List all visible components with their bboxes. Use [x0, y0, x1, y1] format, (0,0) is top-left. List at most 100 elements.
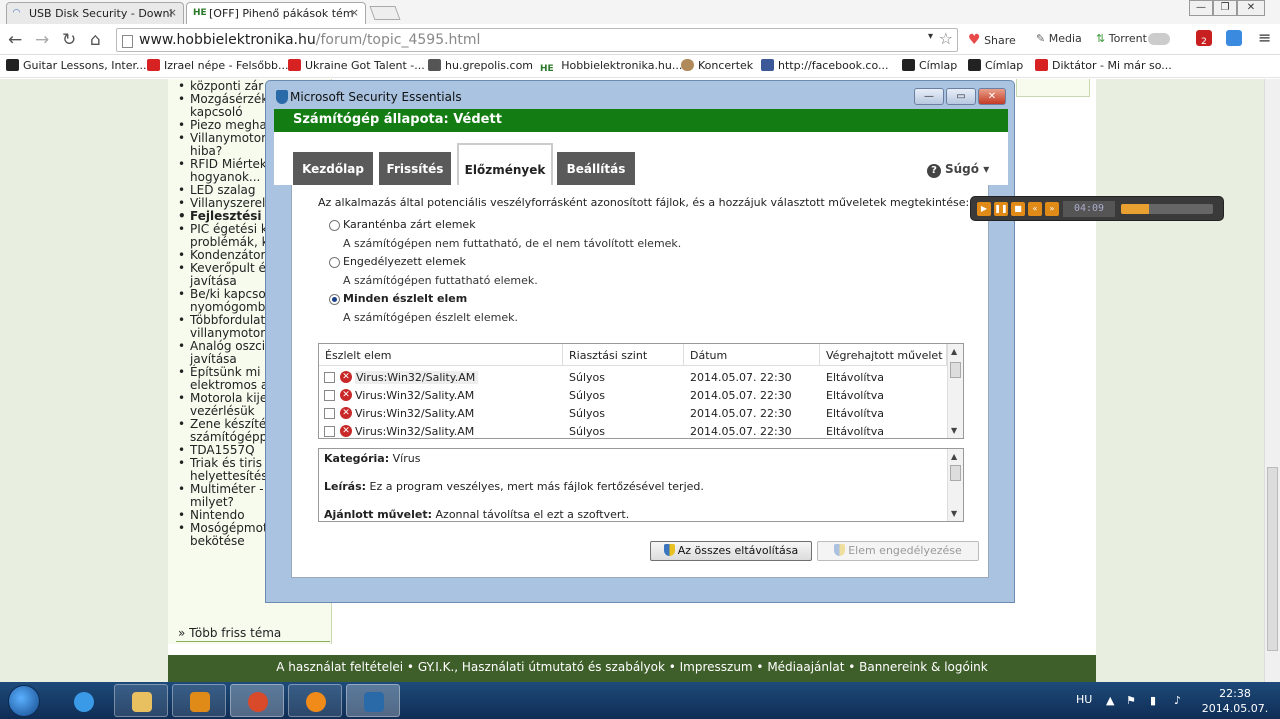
menu-icon[interactable]: ≡ [1258, 28, 1271, 47]
toggle-extension-icon[interactable] [1148, 33, 1170, 45]
row-checkbox[interactable] [324, 372, 335, 383]
option-all-detected-label[interactable]: Minden észlelt elem [343, 292, 467, 305]
table-scrollbar[interactable]: ▲ ▼ [947, 344, 963, 438]
scrollbar-thumb[interactable] [950, 465, 961, 481]
window-minimize-button[interactable]: — [1189, 0, 1213, 16]
row-checkbox[interactable] [324, 390, 335, 401]
option-quarantined-label[interactable]: Karanténba zárt elemek [343, 218, 476, 231]
table-row[interactable]: ✕ Virus:Win32/Sality.AM Súlyos 2014.05.0… [319, 405, 947, 423]
row-checkbox[interactable] [324, 426, 335, 437]
scrollbar-thumb[interactable] [950, 362, 961, 378]
page-scrollbar[interactable] [1264, 79, 1280, 682]
radio-all-detected[interactable] [329, 294, 340, 305]
scroll-up-icon[interactable]: ▲ [951, 452, 957, 461]
tab-close-icon[interactable]: × [168, 6, 177, 19]
radio-quarantined[interactable] [329, 220, 340, 231]
column-header-date[interactable]: Dátum [684, 344, 820, 366]
bookmark-item[interactable]: Ukraine Got Talent -... [288, 59, 425, 72]
reload-icon[interactable]: ↻ [62, 30, 76, 50]
share-extension[interactable]: ♥ Share [968, 32, 1016, 48]
forward-icon[interactable]: » [1045, 202, 1059, 216]
taskbar-security-essentials[interactable] [346, 684, 400, 717]
bookmark-item[interactable]: http://facebook.co... [761, 59, 889, 72]
scroll-down-icon[interactable]: ▼ [951, 509, 957, 518]
allow-item-button[interactable]: Elem engedélyezése [817, 541, 979, 561]
option-allowed-label[interactable]: Engedélyezett elemek [343, 255, 466, 268]
column-header-item[interactable]: Észlelt elem [319, 344, 563, 366]
radio-allowed[interactable] [329, 257, 340, 268]
translate-icon[interactable] [1226, 30, 1242, 46]
table-row[interactable]: ✕ Virus:Win32/Sality.AM Súlyos 2014.05.0… [319, 423, 947, 438]
mse-maximize-button[interactable]: ▭ [946, 88, 976, 105]
mse-close-button[interactable]: ✕ [978, 88, 1006, 105]
taskbar-internet-explorer[interactable] [56, 684, 110, 717]
topic-link[interactable]: Mozgásérzékelő kapcsoló [178, 93, 286, 119]
topic-link[interactable]: Analóg oszci javítása [178, 340, 274, 366]
mse-minimize-button[interactable]: — [914, 88, 944, 105]
star-icon[interactable]: ☆ [939, 29, 953, 48]
topic-link[interactable]: Keverőpult é javítása [178, 262, 274, 288]
rewind-icon[interactable]: « [1028, 202, 1042, 216]
topic-link[interactable]: Be/ki kapcso nyomógomb [178, 288, 274, 314]
media-extension[interactable]: ✎ Media [1036, 32, 1082, 45]
taskbar-media-player[interactable] [172, 684, 226, 717]
column-header-alert-level[interactable]: Riasztási szint [563, 344, 684, 366]
torrent-extension[interactable]: ⇅ Torrent [1096, 32, 1147, 45]
scroll-down-icon[interactable]: ▼ [951, 426, 957, 435]
bookmark-item[interactable]: Címlap [968, 59, 1023, 72]
forward-arrow-icon[interactable]: → [35, 30, 49, 50]
bookmark-item[interactable]: Diktátor - Mi már so... [1035, 59, 1172, 72]
bookmark-item[interactable]: HE Hobbielektronika.hu... [540, 59, 682, 76]
topic-link[interactable]: Többfordulat villanymotor [178, 314, 274, 340]
tab-usb-disk-security[interactable]: ◠ USB Disk Security - Downl × [6, 2, 184, 24]
topic-link[interactable]: Építsünk mi i elektromos a [178, 366, 274, 392]
topic-link[interactable]: PIC égetési k problémák, k [178, 223, 274, 249]
tab-history[interactable]: Előzmények [457, 143, 553, 185]
network-icon[interactable]: ▮ [1150, 694, 1156, 707]
help-button[interactable]: ? Súgó ▾ [927, 162, 989, 178]
bookmark-item[interactable]: Címlap [902, 59, 957, 72]
adblock-icon[interactable]: 2 [1196, 30, 1212, 47]
taskbar-chrome[interactable] [230, 684, 284, 717]
remove-all-button[interactable]: Az összes eltávolítása [650, 541, 812, 561]
bookmark-item[interactable]: Koncertek [681, 59, 753, 72]
topic-link[interactable]: Motorola kije vezérlésük [178, 392, 274, 418]
dropdown-icon[interactable]: ▾ [928, 31, 933, 42]
column-header-action[interactable]: Végrehajtott művelet [820, 344, 947, 366]
scrollbar-thumb[interactable] [1267, 467, 1278, 651]
show-hidden-icons-icon[interactable]: ▲ [1106, 694, 1114, 707]
start-button[interactable] [8, 685, 40, 717]
window-close-button[interactable]: ✕ [1237, 0, 1265, 16]
tab-update[interactable]: Frissítés [379, 152, 451, 185]
action-center-icon[interactable]: ⚑ [1126, 694, 1136, 707]
more-topics-link[interactable]: » Több friss téma [178, 626, 281, 640]
bookmark-item[interactable]: Izrael népe - Felsőbb... [147, 59, 289, 72]
tab-home[interactable]: Kezdőlap [293, 152, 373, 185]
table-row[interactable]: ✕ Virus:Win32/Sality.AM Súlyos 2014.05.0… [319, 369, 947, 387]
site-footer[interactable]: A használat feltételei • GY.I.K., Haszná… [168, 655, 1096, 682]
table-row[interactable]: ✕ Virus:Win32/Sality.AM Súlyos 2014.05.0… [319, 387, 947, 405]
stop-icon[interactable]: ■ [1011, 202, 1025, 216]
home-icon[interactable]: ⌂ [90, 30, 101, 50]
previous-icon[interactable]: ▶ [977, 202, 991, 216]
tab-close-icon[interactable]: × [350, 6, 359, 19]
new-tab-button[interactable] [369, 6, 401, 20]
topic-link[interactable]: Zene készíté számítógépp [178, 418, 274, 444]
topic-link[interactable]: Mosógépmot bekötése [178, 522, 274, 548]
topic-link[interactable]: Villanymotor hiba? [178, 132, 274, 158]
topic-link[interactable]: Multiméter - milyet? [178, 483, 274, 509]
scroll-up-icon[interactable]: ▲ [951, 347, 957, 356]
taskbar-explorer[interactable] [114, 684, 168, 717]
details-scrollbar[interactable]: ▲ ▼ [947, 449, 963, 521]
taskbar-avast[interactable] [288, 684, 342, 717]
back-arrow-icon[interactable]: ← [8, 30, 22, 50]
tab-settings[interactable]: Beállítás [557, 152, 635, 185]
topic-link[interactable]: Triak és tiris helyettesítés [178, 457, 274, 483]
window-restore-button[interactable]: ❐ [1213, 0, 1237, 16]
bookmark-item[interactable]: hu.grepolis.com [428, 59, 533, 72]
topic-link[interactable]: RFID Miértek hogyanok... [178, 158, 274, 184]
language-indicator[interactable]: HU [1076, 693, 1092, 706]
address-bar[interactable]: www.hobbielektronika.hu/forum/topic_4595… [116, 28, 958, 52]
pause-icon[interactable]: ❚❚ [994, 202, 1008, 216]
row-checkbox[interactable] [324, 408, 335, 419]
